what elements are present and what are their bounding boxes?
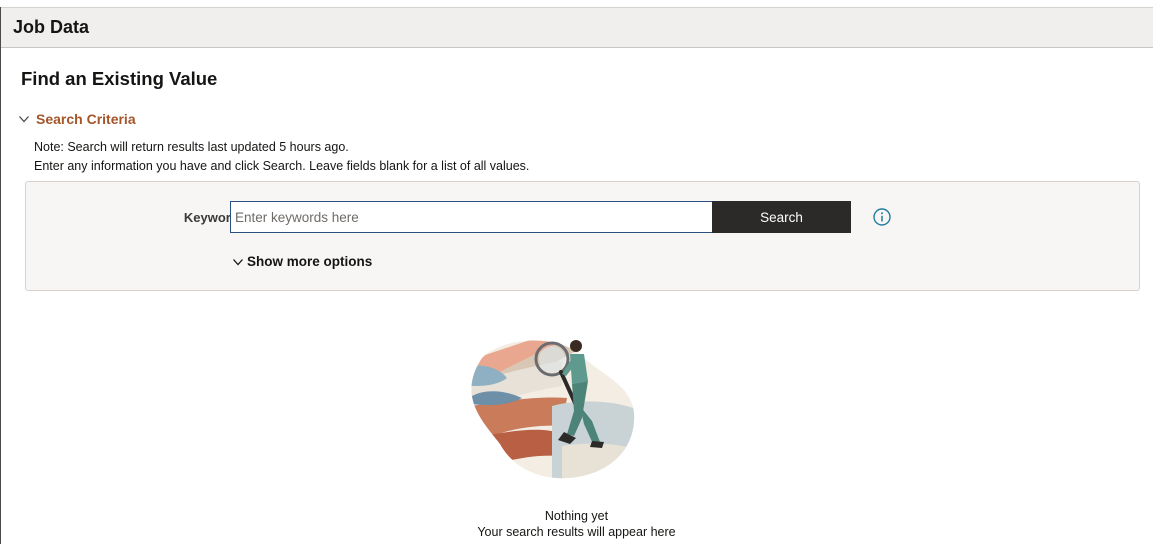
empty-state-subtitle: Your search results will appear here [477,525,676,539]
title-bar: Job Data [1,7,1153,48]
page-title: Find an Existing Value [21,68,218,89]
info-icon[interactable] [872,207,892,227]
search-criteria-toggle[interactable]: Search Criteria [18,111,136,127]
window-title: Job Data [13,17,90,37]
search-button[interactable]: Search [712,201,851,233]
show-more-options-toggle[interactable]: Show more options [232,254,372,269]
search-note: Note: Search will return results last up… [34,140,349,154]
search-instructions: Enter any information you have and click… [34,159,530,173]
empty-state-illustration [471,340,635,479]
show-more-options-label: Show more options [247,254,373,269]
chevron-down-icon [233,258,243,265]
search-criteria-label: Search Criteria [36,111,136,127]
empty-state-title: Nothing yet [544,509,609,523]
chevron-down-icon [19,116,29,123]
search-panel: Keywords Search Show more options [25,181,1140,291]
keywords-input[interactable] [230,201,714,233]
